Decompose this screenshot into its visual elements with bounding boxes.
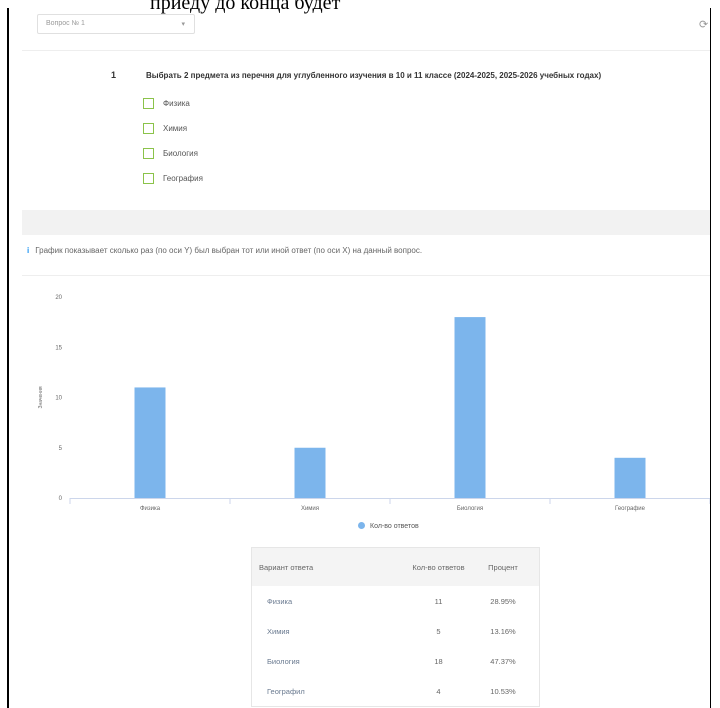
checkbox[interactable] [143, 148, 154, 159]
checkbox[interactable] [143, 123, 154, 134]
percent-cell: 47.37% [490, 656, 516, 666]
y-tick-label: 0 [59, 496, 63, 502]
table-row: Физика 11 28.95% [252, 586, 540, 616]
count-cell: 4 [436, 686, 441, 696]
chart-info: i График показывает сколько раз (по оси Y… [27, 246, 422, 255]
answer-cell: Физика [267, 596, 293, 606]
bar [294, 447, 326, 498]
y-tick-label: 10 [55, 396, 62, 402]
checkbox[interactable] [143, 173, 154, 184]
x-tick-label: Географие [615, 506, 646, 512]
chart-info-text: График показывает сколько раз (по оси Y)… [35, 246, 423, 255]
y-tick-label: 20 [55, 295, 62, 301]
question-select[interactable]: Вопрос № 1 ▾ [37, 14, 195, 34]
checkbox[interactable] [143, 98, 154, 109]
x-tick-label: Химия [301, 506, 319, 512]
bar [134, 387, 166, 498]
question-text: Выбрать 2 предмета из перечня для углубл… [146, 71, 602, 80]
divider [22, 275, 710, 276]
chevron-down-icon: ▾ [181, 21, 185, 28]
option-label: Химия [163, 124, 188, 133]
percent-cell: 10.53% [490, 686, 516, 696]
option-label: Физика [163, 99, 190, 108]
info-icon: i [27, 246, 30, 255]
column-header: Вариант ответа [251, 547, 410, 586]
answer-cell: Географил [267, 686, 305, 696]
count-cell: 18 [434, 656, 443, 666]
column-header: Кол-во ответов [410, 547, 467, 586]
x-tick-label: Физика [140, 506, 161, 512]
results-table: Вариант ответа Кол-во ответов Процент Фи… [251, 547, 540, 707]
y-axis-label: Значения [38, 386, 44, 408]
answers-bar-chart: 0 5 10 15 20 Значения Физика Химия Биология Геогр… [38, 295, 710, 512]
option-label: География [163, 174, 203, 183]
bar [454, 317, 486, 498]
legend-marker [358, 522, 365, 529]
section-separator [22, 210, 710, 235]
question-select-value: Вопрос № 1 [46, 20, 85, 27]
table-row: Биология 18 47.37% [252, 646, 540, 676]
table-header-row: Вариант ответа Кол-во ответов Процент [251, 547, 540, 586]
answer-cell: Химия [267, 626, 290, 636]
bar [614, 457, 646, 498]
divider [22, 50, 710, 51]
question-number: 1 [111, 70, 117, 80]
y-tick-label: 5 [59, 446, 63, 452]
chart-legend[interactable]: Кол-во ответов [358, 522, 419, 530]
y-tick-label: 15 [55, 345, 62, 351]
x-tick-label: Биология [457, 506, 483, 512]
refresh-icon[interactable]: ⟳ [699, 18, 708, 31]
legend-label: Кол-во ответов [370, 523, 419, 530]
column-header: Процент [467, 547, 540, 586]
percent-cell: 28.95% [490, 596, 516, 606]
table-row: Географил 4 10.53% [252, 676, 540, 707]
count-cell: 11 [434, 596, 443, 606]
count-cell: 5 [436, 626, 441, 636]
table-row: Химия 5 13.16% [252, 616, 540, 646]
option-label: Биология [163, 149, 198, 158]
answer-cell: Биология [267, 656, 300, 666]
percent-cell: 13.16% [490, 626, 516, 636]
